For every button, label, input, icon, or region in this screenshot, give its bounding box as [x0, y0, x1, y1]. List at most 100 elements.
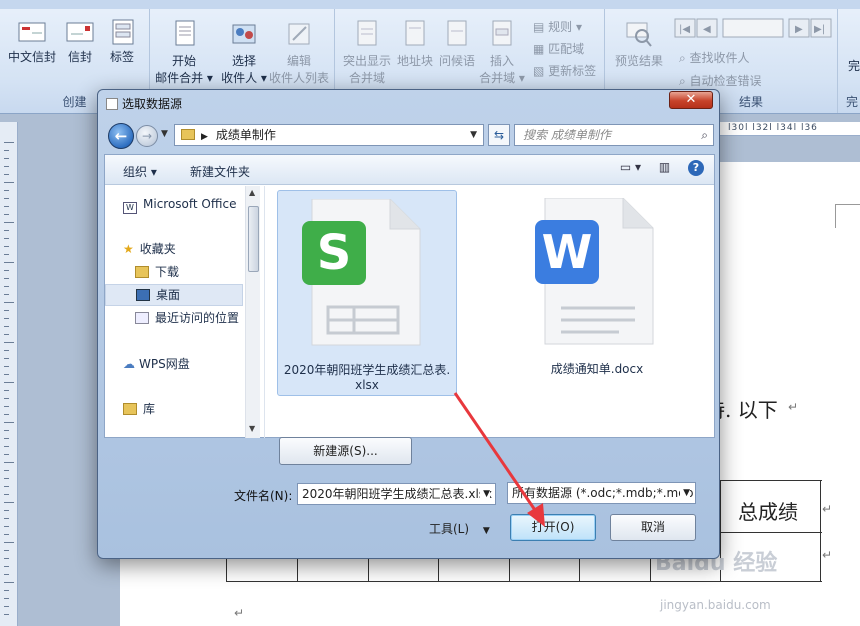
- nav-item-wps-cloud[interactable]: ☁ WPS网盘: [123, 355, 190, 372]
- ruler-tick: [4, 462, 14, 463]
- history-dropdown-icon[interactable]: ▼: [161, 129, 168, 139]
- new-folder-button[interactable]: 新建文件夹: [190, 163, 250, 180]
- ruler-tick: [4, 550, 9, 551]
- dialog-title: 选取数据源: [122, 97, 183, 111]
- label-button[interactable]: 标签: [104, 19, 140, 65]
- ruler-tick: [4, 518, 9, 519]
- start-merge-sub: 邮件合并 ▾: [155, 71, 213, 85]
- paragraph-mark: ↵: [822, 548, 833, 562]
- envelope-label: 信封: [67, 50, 92, 64]
- nav-item-desktop[interactable]: 桌面: [105, 284, 243, 306]
- envelope-icon: [66, 22, 94, 42]
- search-input[interactable]: 搜索 成绩单制作 ⌕: [514, 124, 714, 146]
- rules-button[interactable]: ▤ 规则 ▾: [533, 18, 582, 35]
- address-dropdown-icon[interactable]: ▼: [470, 125, 477, 145]
- ruler-tick: [4, 590, 9, 591]
- insert-merge-field-button[interactable]: 插入 合并域 ▾: [479, 19, 525, 86]
- tools-menu[interactable]: 工具(L) ▼: [429, 520, 490, 537]
- ruler-tick: [4, 222, 14, 223]
- refresh-icon[interactable]: ⇆: [488, 124, 510, 146]
- address-folder-name[interactable]: 成绩单制作: [216, 128, 276, 142]
- ruler-tick: [4, 270, 9, 271]
- file-type-select[interactable]: 所有数据源 (*.odc;*.mdb;*.mdb ▼: [507, 482, 696, 504]
- table-border: [226, 581, 822, 582]
- ruler-tick: [4, 470, 9, 471]
- scroll-down-icon[interactable]: ▼: [249, 424, 255, 433]
- cancel-button[interactable]: 取消: [610, 514, 696, 541]
- ruler-tick: [4, 398, 9, 399]
- organize-menu[interactable]: 组织 ▾: [123, 163, 157, 180]
- highlight-merge-fields-button[interactable]: 突出显示 合并域: [341, 19, 393, 86]
- file-item-xlsx[interactable]: S 2020年朝阳班学生成绩汇总表. xlsx: [277, 190, 457, 396]
- tools-dropdown-icon: ▼: [482, 526, 490, 536]
- ruler-tick: [4, 366, 9, 367]
- nav-item-favorites[interactable]: ★ 收藏夹: [123, 240, 176, 257]
- auto-check-errors-button[interactable]: ⌕ 自动检查错误: [679, 72, 762, 89]
- envelope-icon: [18, 22, 46, 42]
- address-block-icon: [405, 20, 425, 46]
- update-labels-button[interactable]: ▧ 更新标签: [533, 62, 596, 79]
- address-bar[interactable]: ▶ 成绩单制作 ▼: [174, 124, 484, 146]
- nav-item-libraries[interactable]: 库: [123, 400, 155, 417]
- table-border: [579, 555, 580, 582]
- ruler-tick: [4, 478, 9, 479]
- paragraph-mark: ↵: [234, 606, 245, 620]
- open-button[interactable]: 打开(O): [510, 514, 596, 541]
- help-icon[interactable]: ?: [688, 160, 704, 176]
- office-icon: W: [123, 202, 137, 214]
- ruler-tick: [4, 350, 9, 351]
- chinese-envelope-label: 中文信封: [8, 50, 57, 64]
- find-recipient-button[interactable]: ⌕ 查找收件人: [679, 49, 750, 66]
- labels-icon: [112, 19, 134, 45]
- select-recipients-sub: 收件人 ▾: [221, 71, 267, 85]
- address-block-button[interactable]: 地址块: [395, 19, 435, 69]
- start-mail-merge-button[interactable]: 开始 邮件合并 ▾: [154, 19, 214, 86]
- nav-item-microsoft-office[interactable]: W Microsoft Office: [123, 197, 236, 214]
- ruler-tick: [4, 534, 9, 535]
- select-recipients-button[interactable]: 选择 收件人 ▾: [216, 19, 272, 86]
- ruler-tick: [4, 198, 9, 199]
- table-border: [438, 555, 439, 582]
- scroll-up-icon[interactable]: ▲: [249, 188, 255, 197]
- match-fields-label: 匹配域: [548, 42, 585, 56]
- edit-list-icon: [288, 23, 310, 45]
- horizontal-ruler: l30l l32l l34l l36: [710, 122, 860, 136]
- auto-check-label: 自动检查错误: [689, 74, 762, 88]
- highlight-label: 突出显示: [342, 54, 391, 68]
- nav-scrollbar[interactable]: ▲ ▼: [245, 186, 260, 438]
- nav-item-downloads[interactable]: 下载: [135, 263, 179, 280]
- close-button[interactable]: ✕: [669, 91, 713, 109]
- filename-input[interactable]: 2020年朝阳班学生成绩汇总表.xlsx ▼: [297, 483, 496, 505]
- view-options-icon[interactable]: ▭ ▾: [620, 160, 641, 174]
- ruler-tick: [4, 342, 14, 343]
- finish-merge-button[interactable]: 完: [844, 57, 860, 74]
- ruler-tick: [4, 454, 9, 455]
- chinese-envelope-button[interactable]: 中文信封: [8, 19, 56, 65]
- envelope-button[interactable]: 信封: [62, 19, 98, 65]
- file-type-dropdown-icon[interactable]: ▼: [680, 483, 690, 503]
- breadcrumb-chevron-icon[interactable]: ▶: [201, 132, 208, 142]
- ruler-tick: [4, 190, 9, 191]
- match-fields-button[interactable]: ▦ 匹配域: [533, 40, 584, 57]
- ruler-tick: [4, 334, 9, 335]
- nav-item-recent-places[interactable]: 最近访问的位置: [135, 309, 239, 326]
- document-merge-icon: [175, 20, 195, 46]
- back-arrow-icon[interactable]: ←: [108, 123, 134, 149]
- filename-dropdown-icon[interactable]: ▼: [480, 484, 490, 504]
- file-item-docx[interactable]: W 成绩通知单.docx: [507, 190, 687, 396]
- svg-text:▶: ▶: [795, 24, 803, 35]
- ruler-tick: [4, 278, 9, 279]
- greeting-line-button[interactable]: 问候语: [437, 19, 477, 69]
- scroll-thumb[interactable]: [248, 206, 259, 272]
- forward-arrow-icon[interactable]: →: [136, 125, 158, 147]
- new-source-button[interactable]: 新建源(S)...: [279, 437, 412, 465]
- paragraph-mark: ↵: [822, 502, 833, 516]
- edit-recipient-list-button[interactable]: 编辑 收件人列表: [266, 19, 332, 86]
- preview-results-button[interactable]: 预览结果: [611, 19, 667, 69]
- search-placeholder: 搜索 成绩单制作: [523, 128, 611, 142]
- ruler-tick: [4, 406, 9, 407]
- preview-pane-icon[interactable]: ▥: [659, 160, 670, 174]
- tools-label: 工具(L): [429, 522, 470, 536]
- library-icon: [123, 403, 137, 415]
- search-icon[interactable]: ⌕: [701, 125, 708, 145]
